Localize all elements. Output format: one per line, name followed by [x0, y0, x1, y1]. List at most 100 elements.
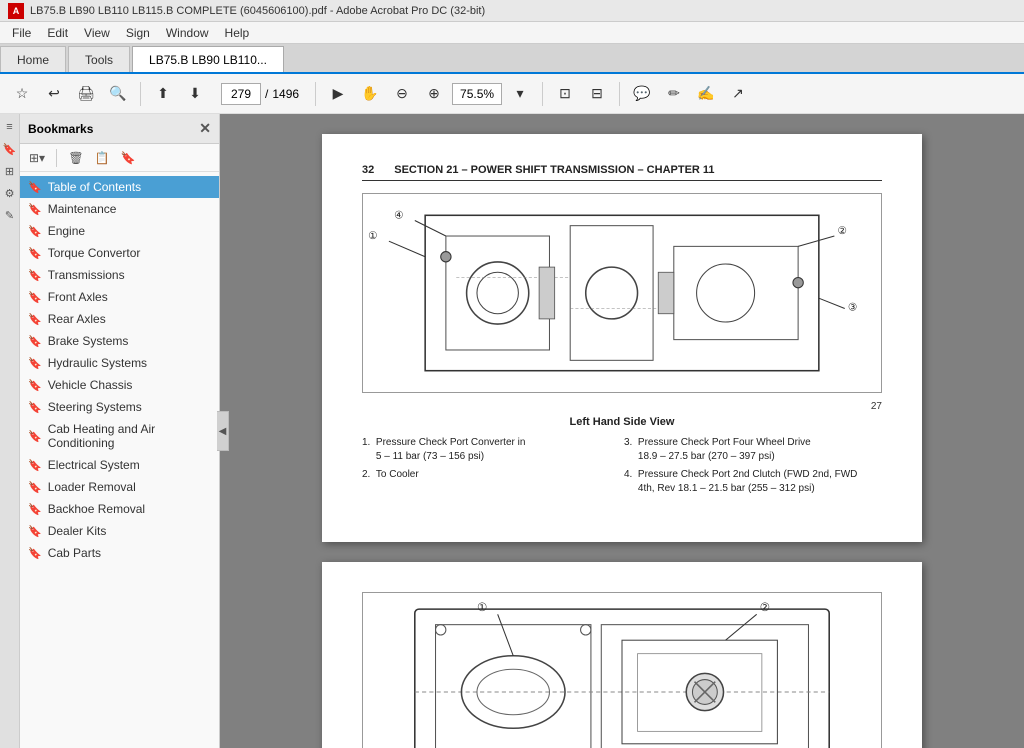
document-area[interactable]: 32 SECTION 21 – POWER SHIFT TRANSMISSION…: [220, 114, 1024, 748]
tools-panel-btn[interactable]: ⚙: [1, 184, 19, 202]
bookmark-btn[interactable]: ☆: [8, 80, 36, 108]
collapse-panel-btn[interactable]: ◀: [217, 411, 229, 451]
highlight-btn[interactable]: ✏: [660, 80, 688, 108]
menu-window[interactable]: Window: [158, 24, 217, 42]
page-separator: /: [265, 87, 268, 101]
bookmark-label: Table of Contents: [48, 180, 141, 194]
tab-doc[interactable]: LB75.B LB90 LB110...: [132, 46, 284, 72]
bookmark-item-toc[interactable]: 🔖Table of Contents: [20, 176, 219, 198]
pdf-page-2: ① ② 28 Top View 1. Pressure Check, Regul…: [322, 562, 922, 748]
page-input[interactable]: 279: [221, 83, 261, 105]
bookmark-list: 🔖Table of Contents🔖Maintenance🔖Engine🔖To…: [20, 172, 219, 748]
bookmark-item-cab[interactable]: 🔖Cab Heating and Air Conditioning: [20, 418, 219, 454]
bookmark-item-rear_axles[interactable]: 🔖 Rear Axles: [20, 308, 219, 330]
bookmark-icon: 🔖: [28, 291, 42, 304]
bookmark-label: Loader Removal: [48, 480, 136, 494]
bookmark-label: Transmissions: [48, 268, 125, 282]
bookmark-icon: 🔖: [28, 225, 42, 238]
bookmark-icon: 🔖: [28, 269, 42, 282]
menu-help[interactable]: Help: [217, 24, 258, 42]
bookmark-item-loader[interactable]: 🔖 Loader Removal: [20, 476, 219, 498]
bookmark-label: Front Axles: [48, 290, 108, 304]
bookmark-item-maintenance[interactable]: 🔖Maintenance: [20, 198, 219, 220]
bookmark-item-electrical[interactable]: 🔖Electrical System: [20, 454, 219, 476]
tab-tools[interactable]: Tools: [68, 46, 130, 72]
separator-3: [542, 82, 543, 106]
fit-width-btn[interactable]: ⊟: [583, 80, 611, 108]
bookmark-item-steering[interactable]: 🔖Steering Systems: [20, 396, 219, 418]
bookmark-label: Brake Systems: [48, 334, 129, 348]
bookmark-icon: 🔖: [28, 379, 42, 392]
zoom-out-btn[interactable]: ⊖: [388, 80, 416, 108]
fit-page-btn[interactable]: ⊡: [551, 80, 579, 108]
bookmark-label: Rear Axles: [48, 312, 106, 326]
back-btn[interactable]: ↩: [40, 80, 68, 108]
delete-bookmark-btn[interactable]: 🗑: [65, 147, 87, 169]
page-num-1: 32: [362, 164, 374, 176]
bookmark-item-hydraulic[interactable]: 🔖Hydraulic Systems: [20, 352, 219, 374]
bookmark-label: Backhoe Removal: [48, 502, 145, 516]
prev-page-btn[interactable]: ⬆: [149, 80, 177, 108]
bookmark-item-vehicle_chassis[interactable]: 🔖Vehicle Chassis: [20, 374, 219, 396]
bookmark-item-brake[interactable]: 🔖Brake Systems: [20, 330, 219, 352]
page-navigation: 279 / 1496: [221, 83, 299, 105]
bookmark-label: Cab Heating and Air Conditioning: [48, 422, 211, 450]
svg-text:③: ③: [848, 303, 857, 314]
bookmark-icon: 🔖: [28, 503, 42, 516]
bookmark-label: Hydraulic Systems: [48, 356, 147, 370]
bookmark-label: Engine: [48, 224, 85, 238]
page-total: 1496: [272, 87, 299, 101]
notes-section-1: 1. Pressure Check Port Converter in 5 – …: [362, 436, 882, 496]
note-1: 1. Pressure Check Port Converter in 5 – …: [362, 436, 620, 464]
sign-btn[interactable]: ✍: [692, 80, 720, 108]
hand-tool-btn[interactable]: ✋: [356, 80, 384, 108]
note-3: 3. Pressure Check Port Four Wheel Drive …: [624, 436, 882, 464]
bookmark-label: Electrical System: [48, 458, 140, 472]
bookmark-label: Cab Parts: [48, 546, 101, 560]
new-bookmark-btn[interactable]: 📋: [91, 147, 113, 169]
bookmark-item-engine[interactable]: 🔖 Engine: [20, 220, 219, 242]
separator-1: [140, 82, 141, 106]
menu-view[interactable]: View: [76, 24, 118, 42]
app-icon: A: [8, 3, 24, 19]
share-btn[interactable]: ↗: [724, 80, 752, 108]
expand-all-btn[interactable]: ⊞▾: [26, 147, 48, 169]
diagram-caption-1: 27: [362, 401, 882, 412]
bookmarks-header: Bookmarks ✕: [20, 114, 219, 144]
svg-text:②: ②: [837, 226, 846, 237]
bookmark-item-dealer[interactable]: 🔖Dealer Kits: [20, 520, 219, 542]
tab-home[interactable]: Home: [0, 46, 66, 72]
page-panel-btn[interactable]: ⊞: [1, 162, 19, 180]
zoom-dropdown-btn[interactable]: ▾: [506, 80, 534, 108]
menu-sign[interactable]: Sign: [118, 24, 158, 42]
nav-panel-btn[interactable]: ≡: [1, 118, 19, 136]
bookmark-label: Maintenance: [48, 202, 117, 216]
next-page-btn[interactable]: ⬇: [181, 80, 209, 108]
bookmark-item-front_axles[interactable]: 🔖 Front Axles: [20, 286, 219, 308]
comment-panel-btn[interactable]: ✎: [1, 206, 19, 224]
diagram-1: ① ② ③ ④: [362, 193, 882, 393]
search-btn[interactable]: 🔍: [104, 80, 132, 108]
bookmark-item-transmissions[interactable]: 🔖 Transmissions: [20, 264, 219, 286]
bookmark-item-cab_parts[interactable]: 🔖Cab Parts: [20, 542, 219, 564]
options-btn[interactable]: 🔖: [117, 147, 139, 169]
bookmark-item-torque[interactable]: 🔖Torque Convertor: [20, 242, 219, 264]
bookmark-panel-btn[interactable]: 🔖: [1, 140, 19, 158]
separator-2: [315, 82, 316, 106]
bookmark-item-backhoe[interactable]: 🔖 Backhoe Removal: [20, 498, 219, 520]
zoom-input[interactable]: [452, 83, 502, 105]
diagram-subtitle-1: Left Hand Side View: [362, 416, 882, 428]
select-tool-btn[interactable]: ▶: [324, 80, 352, 108]
bookmark-icon: 🔖: [28, 313, 42, 326]
close-panel-btn[interactable]: ✕: [199, 120, 211, 137]
menu-edit[interactable]: Edit: [39, 24, 76, 42]
page-header-1: 32 SECTION 21 – POWER SHIFT TRANSMISSION…: [362, 164, 882, 181]
zoom-in-btn[interactable]: ⊕: [420, 80, 448, 108]
note-2: 2. To Cooler: [362, 468, 620, 496]
page-title-1: SECTION 21 – POWER SHIFT TRANSMISSION – …: [394, 164, 714, 176]
menu-file[interactable]: File: [4, 24, 39, 42]
print-btn[interactable]: 🖨: [72, 80, 100, 108]
toolbar: ☆ ↩ 🖨 🔍 ⬆ ⬇ 279 / 1496 ▶ ✋ ⊖ ⊕ ▾ ⊡ ⊟ 💬 ✏…: [0, 74, 1024, 114]
bookmark-icon: 🔖: [28, 481, 42, 494]
comment-btn[interactable]: 💬: [628, 80, 656, 108]
